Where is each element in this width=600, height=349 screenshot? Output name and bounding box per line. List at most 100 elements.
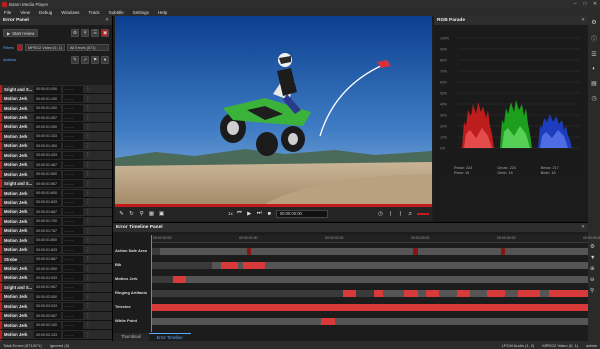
timeline-row[interactable]: Blk xyxy=(113,259,588,272)
timeline-track[interactable] xyxy=(151,304,588,311)
timeline-ruler[interactable]: 00:00:00:00 00:00:01:00 00:00:02:00 00:00:0… xyxy=(151,235,600,243)
more-options-icon[interactable]: ⋮ xyxy=(85,218,91,224)
error-list-item[interactable]: Sright and S... 00:00:01:967- - - - ⋮ xyxy=(0,283,112,293)
error-segment[interactable] xyxy=(487,290,505,297)
more-options-icon[interactable]: ⋮ xyxy=(85,171,91,177)
zoom-in-icon[interactable]: ⊕ xyxy=(590,266,595,272)
error-filter-select[interactable]: All Errors (571) xyxy=(67,44,109,51)
error-list-item[interactable]: Motion Jerk 00:00:01:800- - - - ⋮ xyxy=(0,236,112,246)
more-options-icon[interactable]: ⋮ xyxy=(85,332,91,338)
export-icon[interactable]: ↗ xyxy=(81,55,89,64)
timeline-track[interactable] xyxy=(151,290,588,297)
more-options-icon[interactable]: ⋮ xyxy=(85,303,91,309)
grid-icon[interactable]: ▦ xyxy=(148,210,155,217)
volume-icon[interactable]: ♬ xyxy=(407,210,414,217)
minimize-icon[interactable]: – xyxy=(570,1,580,7)
timeline-playhead[interactable] xyxy=(151,235,152,332)
list-icon[interactable]: ☰ xyxy=(91,29,99,37)
more-options-icon[interactable]: ⋮ xyxy=(85,190,91,196)
clock-icon[interactable]: ◷ xyxy=(591,95,596,102)
error-segment[interactable] xyxy=(500,248,505,255)
settings-icon[interactable]: ⚙ xyxy=(71,29,79,37)
gear-icon[interactable]: ⚙ xyxy=(590,244,595,250)
error-list-item[interactable]: Sright and S... 00:00:01:000- - - - ⋮ xyxy=(0,85,112,95)
timeline-row[interactable]: Action Safe Area xyxy=(113,245,588,258)
error-list-item[interactable]: Motion Jerk 00:00:01:467- - - - ⋮ xyxy=(0,160,112,170)
error-list-item[interactable]: Motion Jerk 00:00:01:400- - - - ⋮ xyxy=(0,141,112,152)
play-icon[interactable]: ▶ xyxy=(246,210,253,217)
histogram-icon[interactable]: ▤ xyxy=(591,80,597,87)
timeline-row[interactable]: Telecine xyxy=(113,301,588,314)
error-segment[interactable] xyxy=(518,290,540,297)
error-list-item[interactable]: Strobe 00:00:01:867- - - - ⋮ xyxy=(0,254,112,265)
flag-icon[interactable]: ⚑ xyxy=(91,55,99,64)
more-options-icon[interactable]: ⋮ xyxy=(85,124,91,130)
more-options-icon[interactable]: ⋮ xyxy=(85,115,91,121)
more-options-icon[interactable]: ⋮ xyxy=(85,209,91,215)
maximize-icon[interactable]: □ xyxy=(580,1,590,7)
more-options-icon[interactable]: ⋮ xyxy=(85,247,91,253)
more-options-icon[interactable]: ⋮ xyxy=(85,152,91,158)
tag-icon[interactable]: ● xyxy=(101,55,109,64)
error-segment[interactable] xyxy=(151,276,173,283)
video-viewer[interactable] xyxy=(115,16,432,204)
timeline-row[interactable]: Motion Jerk xyxy=(113,273,588,286)
loop-icon[interactable]: ↻ xyxy=(128,210,135,217)
waveform-icon[interactable]: ☰ xyxy=(591,51,596,58)
error-segment[interactable] xyxy=(456,290,470,297)
stop-icon[interactable]: ■ xyxy=(266,210,273,217)
timeline-track[interactable] xyxy=(151,262,588,269)
volume-slider[interactable] xyxy=(417,212,429,215)
more-options-icon[interactable]: ⋮ xyxy=(85,181,91,187)
menu-windows[interactable]: Windows xyxy=(61,10,79,15)
error-segment[interactable] xyxy=(220,262,239,269)
menu-track[interactable]: Track xyxy=(88,10,99,15)
more-options-icon[interactable]: ⋮ xyxy=(85,256,91,262)
out-point-icon[interactable]: ⟩ xyxy=(397,210,404,217)
error-segment[interactable] xyxy=(151,262,213,269)
error-segment[interactable] xyxy=(426,290,440,297)
error-list-item[interactable]: Motion Jerk 00:00:02:067- - - - ⋮ xyxy=(0,311,112,321)
step-forward-icon[interactable]: ⏭ xyxy=(256,210,263,217)
more-options-icon[interactable]: ⋮ xyxy=(85,266,91,272)
error-list-item[interactable]: Motion Jerk 00:00:01:833- - - - ⋮ xyxy=(0,245,112,255)
timeline-row[interactable]: White Point xyxy=(113,315,588,328)
error-segment[interactable] xyxy=(413,248,418,255)
error-segment[interactable] xyxy=(321,318,335,325)
vectorscope-icon[interactable]: ◐ xyxy=(592,66,596,72)
error-list-item[interactable]: Motion Jerk 00:00:01:667- - - - ⋮ xyxy=(0,207,112,218)
error-list-item[interactable]: Motion Jerk 00:00:01:300- - - - ⋮ xyxy=(0,122,112,133)
error-list-item[interactable]: Motion Jerk 00:00:01:900- - - - ⋮ xyxy=(0,264,112,274)
error-segment[interactable] xyxy=(404,290,418,297)
more-options-icon[interactable]: ⋮ xyxy=(85,284,91,290)
menu-help[interactable]: Help xyxy=(158,10,167,15)
menu-file[interactable]: File xyxy=(4,10,11,15)
in-point-icon[interactable]: ⟨ xyxy=(387,210,394,217)
more-options-icon[interactable]: ⋮ xyxy=(85,322,91,328)
clock-icon[interactable]: ◷ xyxy=(377,210,384,217)
info-icon[interactable]: ⓘ xyxy=(591,34,597,43)
close-icon[interactable]: ✕ xyxy=(105,18,109,23)
error-list-item[interactable]: Motion Jerk 00:00:02:000- - - - ⋮ xyxy=(0,292,112,303)
error-list-item[interactable]: Motion Jerk 00:00:01:700- - - - ⋮ xyxy=(0,217,112,227)
more-options-icon[interactable]: ⋮ xyxy=(85,237,91,243)
search-icon[interactable]: ⚲ xyxy=(81,29,89,37)
more-options-icon[interactable]: ⋮ xyxy=(85,96,91,102)
filter-icon[interactable]: ▼ xyxy=(590,255,595,261)
error-list-item[interactable]: Motion Jerk 00:00:02:100- - - - ⋮ xyxy=(0,320,112,331)
error-segment[interactable] xyxy=(548,290,588,297)
menu-settings[interactable]: Settings xyxy=(133,10,149,15)
more-options-icon[interactable]: ⋮ xyxy=(85,143,91,149)
playback-speed[interactable]: 1x xyxy=(228,211,233,216)
error-segment[interactable] xyxy=(247,248,252,255)
gear-icon[interactable]: ⚙ xyxy=(591,19,596,26)
timecode-field[interactable]: 00:00:00:00 xyxy=(275,209,328,218)
error-list-item[interactable]: Motion Jerk 00:00:01:433- - - - ⋮ xyxy=(0,151,112,161)
error-segment[interactable] xyxy=(151,304,588,311)
error-segment[interactable] xyxy=(343,290,357,297)
error-list-item[interactable]: Motion Jerk 00:00:02:133- - - - ⋮ xyxy=(0,330,112,340)
safe-area-icon[interactable]: ▣ xyxy=(158,210,165,217)
error-list-item[interactable]: Motion Jerk 00:00:01:200- - - - ⋮ xyxy=(0,103,112,114)
timeline-track[interactable] xyxy=(151,248,588,255)
error-list-item[interactable]: Motion Jerk 00:00:02:033- - - - ⋮ xyxy=(0,302,112,312)
